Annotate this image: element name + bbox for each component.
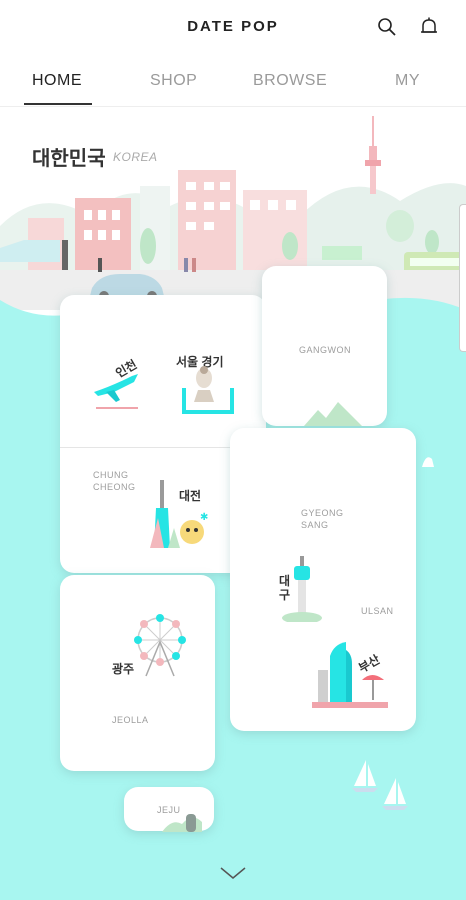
side-scroll-handle[interactable] — [459, 204, 466, 352]
tab-shop[interactable]: SHOP — [150, 72, 197, 90]
harubang-icon — [162, 814, 202, 832]
tab-home[interactable]: HOME — [32, 72, 82, 90]
top-bar: DATE POP — [0, 0, 466, 56]
search-icon[interactable] — [376, 16, 398, 38]
main-tabs: HOME SHOP BROWSE MY — [0, 58, 466, 107]
daejeon-tower-icon: ✱ — [150, 480, 208, 548]
app-screen: DATE POP HOME SHOP BROWSE MY 대한민국 KOREA — [0, 0, 466, 900]
bell-icon[interactable] — [418, 16, 440, 38]
ferris-wheel-icon — [134, 614, 186, 677]
sailboat-icon — [352, 760, 408, 810]
airplane-icon — [94, 374, 138, 409]
svg-text:✱: ✱ — [200, 512, 208, 523]
palace-icon — [182, 366, 234, 414]
tab-active-indicator — [24, 103, 92, 105]
chevron-down-icon[interactable] — [219, 866, 247, 880]
daegu-tower-icon — [282, 556, 322, 622]
wave-icon — [402, 457, 434, 467]
mountain-icon — [304, 402, 362, 426]
tab-browse[interactable]: BROWSE — [253, 72, 327, 90]
gangwon-label: GANGWON — [299, 345, 351, 355]
chungcheong-label: CHUNG CHEONG — [93, 470, 136, 492]
gyeongsang-label: GYEONG SANG — [301, 508, 344, 530]
busan-skyline-icon — [312, 642, 388, 708]
jeolla-label: JEOLLA — [112, 715, 149, 725]
ulsan-label: ULSAN — [361, 606, 394, 616]
tab-my[interactable]: MY — [395, 72, 420, 90]
